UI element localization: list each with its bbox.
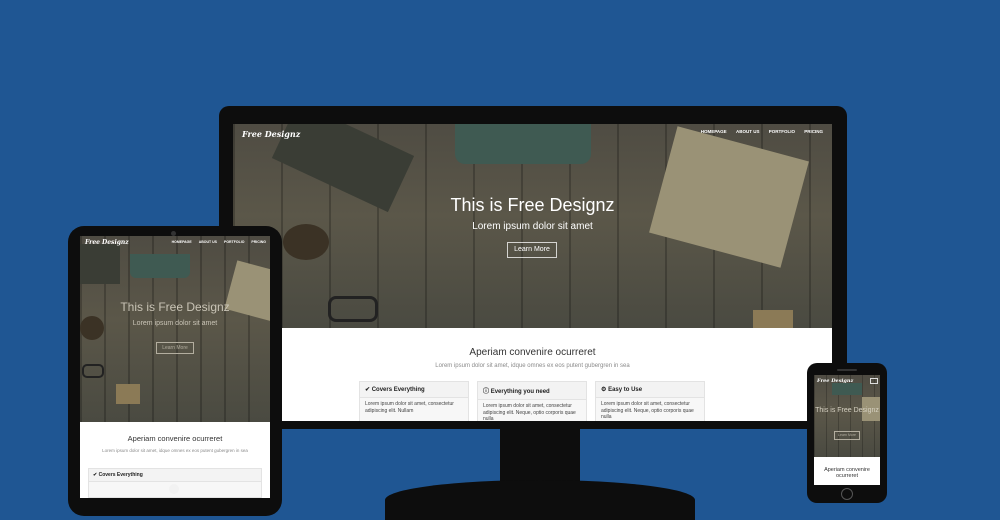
typewriter-prop [130,254,190,278]
nav-item-portfolio[interactable]: PORTFOLIO [224,240,244,244]
phone-device: Free Designz This is Free Designz Learn … [807,363,887,503]
nav-item-pricing[interactable]: PRICING [251,240,266,244]
feature-body: Lorem ipsum dolor sit amet, consectetur … [483,403,576,421]
nav-item-about-us[interactable]: ABOUT US [736,129,760,134]
hero-title: This is Free Designz [450,195,615,215]
hero-subtitle: Lorem ipsum dolor sit amet [472,221,593,232]
monitor-neck [500,426,580,486]
typewriter-prop [832,383,862,395]
feature-title: Easy to Use [608,387,643,393]
hero-subtitle: Lorem ipsum dolor sit amet [132,320,218,327]
hamburger-menu-icon[interactable] [870,378,878,384]
tablet-home-button[interactable] [169,484,179,494]
nav-item-pricing[interactable]: PRICING [804,129,823,134]
feature-title: Everything you need [490,389,550,395]
feature-card: ✔ Covers Everything Lorem ipsum dolor si… [359,381,469,421]
phone-screen: Free Designz This is Free Designz Learn … [814,375,880,485]
glasses-prop [82,364,104,378]
feature-body: Lorem ipsum dolor sit amet, consectetur … [365,401,454,414]
info-icon: ⓘ [483,389,490,395]
tablet-device: Free Designz HOMEPAGE ABOUT US PORTFOLIO… [68,226,282,516]
nav-item-about-us[interactable]: ABOUT US [199,240,217,244]
feature-card-header: ⓘ Everything you need [478,382,586,400]
section-title: Aperiam convenire ocurreret [127,434,223,443]
feature-title: Covers Everything [371,387,425,393]
feature-title: Covers Everything [98,472,143,478]
check-icon: ✔ [93,472,98,478]
monitor-device: Free Designz HOMEPAGE ABOUT US PORTFOLIO… [219,106,847,429]
monitor-screen: Free Designz HOMEPAGE ABOUT US PORTFOLIO… [233,124,832,421]
phone-home-button[interactable] [841,488,853,500]
feature-card-header: ✔ Covers Everything [89,469,261,482]
phone-speaker [837,369,857,371]
tablet-hero-section: Free Designz HOMEPAGE ABOUT US PORTFOLIO… [80,236,270,422]
top-nav: HOMEPAGE ABOUT US PORTFOLIO PRICING [701,129,823,134]
hero-title: This is Free Designz [120,300,230,314]
monitor-base [385,480,695,520]
hero-section: Free Designz HOMEPAGE ABOUT US PORTFOLIO… [233,124,832,328]
nav-item-homepage[interactable]: HOMEPAGE [701,129,727,134]
brand-logo[interactable]: Free Designz [85,239,129,246]
learn-more-button[interactable]: Learn More [834,431,860,440]
hero-title: This is Free Designz [815,407,879,414]
feature-card: ⓘ Everything you need Lorem ipsum dolor … [477,381,587,421]
book-prop [80,244,120,284]
feature-body: Lorem ipsum dolor sit amet, consectetur … [601,401,694,420]
nav-item-portfolio[interactable]: PORTFOLIO [769,129,795,134]
card-prop [116,384,140,404]
card-prop [753,310,793,328]
tablet-screen: Free Designz HOMEPAGE ABOUT US PORTFOLIO… [80,236,270,498]
feature-card: ⚙ Easy to Use Lorem ipsum dolor sit amet… [595,381,705,421]
typewriter-prop [455,124,591,164]
feature-card-header: ⚙ Easy to Use [596,382,704,398]
learn-more-button[interactable]: Learn More [156,342,194,354]
section-title: Aperiam convenire ocurreret [824,467,870,479]
feature-card-header: ✔ Covers Everything [360,382,468,398]
section-title: Aperiam convenire ocurreret [469,347,596,358]
learn-more-button[interactable]: Learn More [507,242,557,258]
phone-hero-section: Free Designz This is Free Designz Learn … [814,375,880,457]
section-subtitle: Lorem ipsum dolor sit amet, idque omnes … [435,363,630,369]
gear-icon: ⚙ [601,387,607,393]
brand-logo[interactable]: Free Designz [242,129,300,139]
section-subtitle: Lorem ipsum dolor sit amet, idque omnes … [102,448,248,453]
top-nav: HOMEPAGE ABOUT US PORTFOLIO PRICING [172,240,266,244]
glasses-prop [328,296,378,322]
check-icon: ✔ [365,387,371,393]
nav-item-homepage[interactable]: HOMEPAGE [172,240,192,244]
brand-logo[interactable]: Free Designz [817,378,853,384]
